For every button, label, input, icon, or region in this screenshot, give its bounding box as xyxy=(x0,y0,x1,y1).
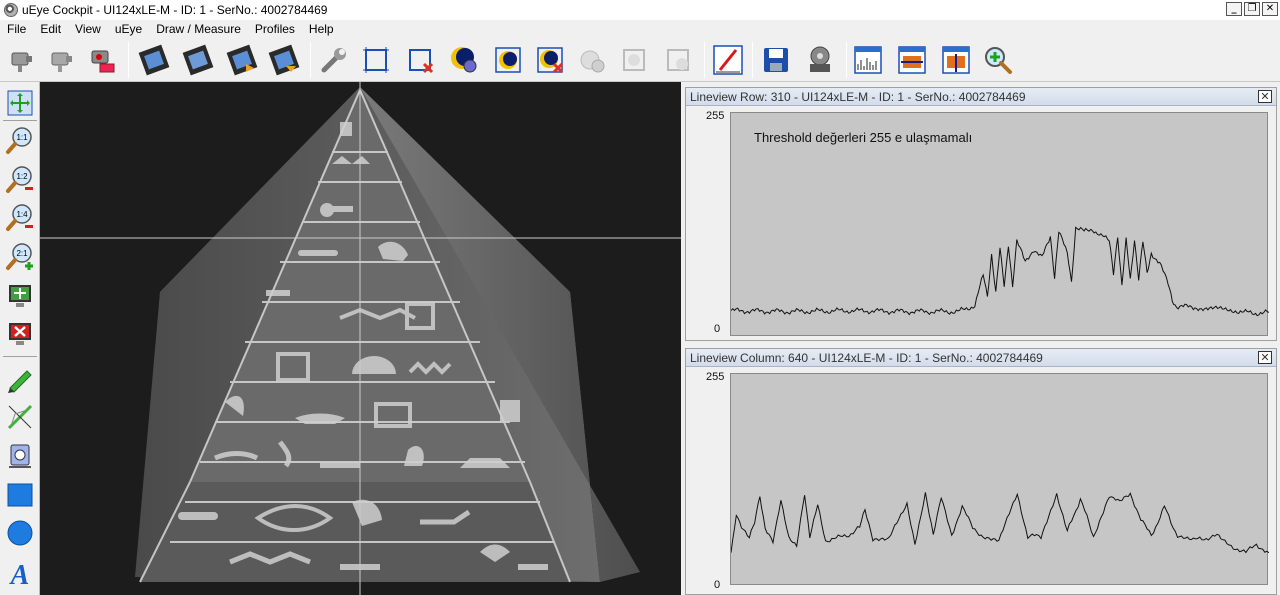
lineview-column-icon[interactable] xyxy=(938,42,974,78)
main-toolbar xyxy=(0,38,1280,82)
record-video-icon[interactable] xyxy=(224,42,260,78)
window-title: uEye Cockpit - UI124xLE-M - ID: 1 - SerN… xyxy=(22,3,328,17)
auto-exposure-icon[interactable] xyxy=(446,42,482,78)
camera-image-view[interactable] xyxy=(40,82,681,595)
video-export-icon[interactable] xyxy=(266,42,302,78)
row-intensity-trace xyxy=(731,226,1269,317)
freeze-video-icon[interactable] xyxy=(180,42,216,78)
column-ymax-label: 255 xyxy=(706,371,725,383)
row-ymax-label: 255 xyxy=(706,110,725,122)
column-intensity-trace xyxy=(731,492,1269,554)
lineview-column-title: Lineview Column: 640 - UI124xLE-M - ID: … xyxy=(690,350,1043,365)
lineview-row-chart xyxy=(731,226,1269,317)
menu-draw-measure[interactable]: Draw / Measure xyxy=(149,20,248,38)
left-toolbar: 1:1 1:2 1:4 2:1 A xyxy=(0,82,40,595)
menu-view[interactable]: View xyxy=(68,20,108,38)
live-video-icon[interactable] xyxy=(136,42,172,78)
menu-help[interactable]: Help xyxy=(302,20,341,38)
wrench-icon[interactable] xyxy=(316,42,352,78)
zoom-1-2-label: 1:2 xyxy=(16,172,28,181)
aoi-fit-icon[interactable] xyxy=(616,42,652,78)
restore-button[interactable]: ❐ xyxy=(1244,2,1260,16)
close-camera-icon[interactable] xyxy=(44,42,80,78)
clear-overlay-icon[interactable] xyxy=(3,317,37,351)
aoi-icon[interactable] xyxy=(358,42,394,78)
camera-settings-icon[interactable] xyxy=(84,42,120,78)
app-camera-icon xyxy=(4,3,18,17)
histogram-icon[interactable] xyxy=(850,42,886,78)
lineview-row-icon[interactable] xyxy=(894,42,930,78)
aoi-overlay-icon[interactable] xyxy=(660,42,696,78)
save-image-icon[interactable] xyxy=(758,42,794,78)
lineview-column-plot xyxy=(730,373,1269,585)
line-tool-icon[interactable] xyxy=(3,400,37,434)
auto-gain-off-icon[interactable] xyxy=(532,42,568,78)
parameter-icon[interactable] xyxy=(574,42,610,78)
minimize-button[interactable]: _ xyxy=(1226,2,1242,16)
zoom-2-1-icon[interactable]: 2:1 xyxy=(3,239,37,273)
zoom-1-1-icon[interactable]: 1:1 xyxy=(3,123,37,157)
zoom-1-4-icon[interactable]: 1:4 xyxy=(3,200,37,234)
video-reel-icon[interactable] xyxy=(802,42,838,78)
menu-edit[interactable]: Edit xyxy=(33,20,68,38)
lineview-row-header: Lineview Row: 310 - UI124xLE-M - ID: 1 -… xyxy=(686,88,1276,106)
title-bar: uEye Cockpit - UI124xLE-M - ID: 1 - SerN… xyxy=(0,0,1280,20)
text-tool-label: A xyxy=(9,560,30,588)
column-ymin-label: 0 xyxy=(714,579,721,591)
eraser-icon[interactable] xyxy=(3,439,37,473)
close-button[interactable]: ✕ xyxy=(1262,2,1278,16)
lineview-column-chart xyxy=(731,492,1269,554)
menu-bar: File Edit View uEye Draw / Measure Profi… xyxy=(0,20,1280,38)
lineview-row-plot: Threshold değerleri 255 e ulaşmamalı xyxy=(730,112,1269,336)
aoi-delete-icon[interactable] xyxy=(402,42,438,78)
auto-white-balance-icon[interactable] xyxy=(490,42,526,78)
zoom-2-1-label: 2:1 xyxy=(16,249,28,258)
pyramid-image xyxy=(40,82,681,595)
zoom-1-2-icon[interactable]: 1:2 xyxy=(3,162,37,196)
fit-window-icon[interactable] xyxy=(3,86,37,120)
right-panel-area: Lineview Row: 310 - UI124xLE-M - ID: 1 -… xyxy=(681,82,1280,595)
open-camera-icon[interactable] xyxy=(4,42,40,78)
show-overlay-icon[interactable] xyxy=(3,279,37,313)
zoom-magnifier-icon[interactable] xyxy=(980,42,1016,78)
text-tool-icon[interactable]: A xyxy=(3,556,37,590)
zoom-1-1-label: 1:1 xyxy=(16,133,28,142)
rectangle-icon[interactable] xyxy=(3,478,37,512)
lineview-column-panel: Lineview Column: 640 - UI124xLE-M - ID: … xyxy=(685,348,1277,595)
lineview-row-title: Lineview Row: 310 - UI124xLE-M - ID: 1 -… xyxy=(690,89,1026,104)
row-ymin-label: 0 xyxy=(714,323,721,335)
lineview-row-close-button[interactable]: ✕ xyxy=(1258,90,1272,103)
lineview-column-close-button[interactable]: ✕ xyxy=(1258,351,1272,364)
menu-ueye[interactable]: uEye xyxy=(108,20,149,38)
zoom-1-4-label: 1:4 xyxy=(16,210,28,219)
edge-enhance-icon[interactable] xyxy=(710,42,746,78)
menu-file[interactable]: File xyxy=(0,20,33,38)
lineview-column-header: Lineview Column: 640 - UI124xLE-M - ID: … xyxy=(686,349,1276,367)
circle-icon[interactable] xyxy=(3,516,37,550)
lineview-row-panel: Lineview Row: 310 - UI124xLE-M - ID: 1 -… xyxy=(685,87,1277,341)
menu-profiles[interactable]: Profiles xyxy=(248,20,302,38)
pencil-icon[interactable] xyxy=(3,361,37,395)
